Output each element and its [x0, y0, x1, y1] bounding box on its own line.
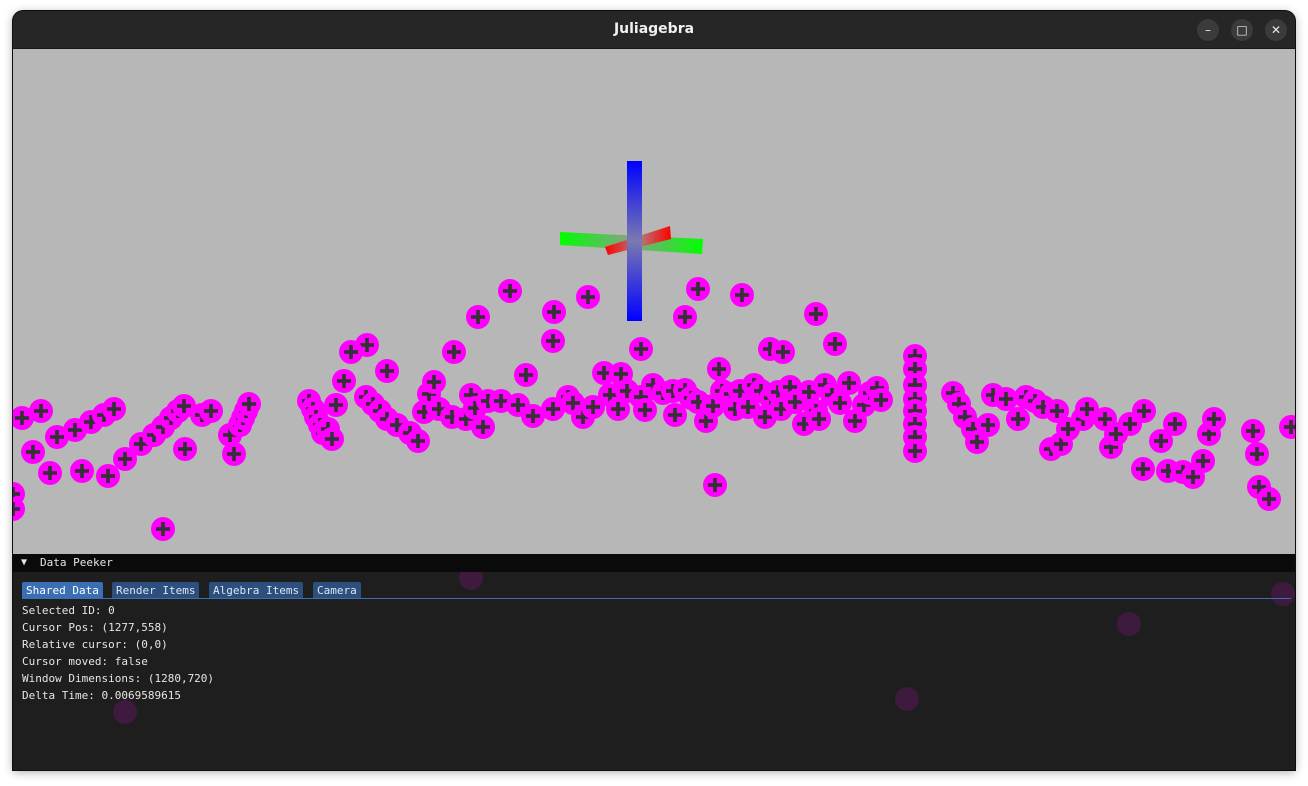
- scene-point[interactable]: [1279, 415, 1295, 439]
- scene-point[interactable]: [707, 357, 731, 381]
- scene-point[interactable]: [21, 440, 45, 464]
- 3d-viewport[interactable]: [13, 49, 1295, 554]
- peeker-header[interactable]: ▼ Data Peeker: [13, 554, 1295, 572]
- scene-point[interactable]: [498, 279, 522, 303]
- scene-point[interactable]: [237, 392, 261, 416]
- relative-cursor-text: Relative cursor: (0,0): [22, 638, 168, 651]
- scene-point[interactable]: [686, 277, 710, 301]
- scene-point[interactable]: [13, 497, 25, 521]
- minimize-button[interactable]: –: [1197, 19, 1219, 41]
- scene-point[interactable]: [730, 283, 754, 307]
- scene-point[interactable]: [1202, 407, 1226, 431]
- scene-point[interactable]: [29, 399, 53, 423]
- point-cloud[interactable]: [13, 277, 1295, 541]
- scene-point[interactable]: [422, 370, 446, 394]
- scene-point[interactable]: [1191, 449, 1215, 473]
- window-title: Juliagebra: [613, 21, 695, 37]
- data-peeker-panel: ▼ Data Peeker Shared Data Render Items A…: [13, 554, 1295, 770]
- scene-point[interactable]: [199, 399, 223, 423]
- scene-point[interactable]: [442, 340, 466, 364]
- selected-id-text: Selected ID: 0: [22, 604, 115, 617]
- scene-point[interactable]: [576, 285, 600, 309]
- scene-point[interactable]: [375, 359, 399, 383]
- tab-algebra-items[interactable]: Algebra Items: [209, 582, 304, 599]
- tab-camera[interactable]: Camera: [313, 582, 361, 599]
- shared-data-list: Selected ID: 0 Cursor Pos: (1277,558) Re…: [22, 602, 214, 704]
- scene-point[interactable]: [823, 332, 847, 356]
- delta-time-text: Delta Time: 0.0069589615: [22, 689, 181, 702]
- cursor-pos-text: Cursor Pos: (1277,558): [22, 621, 168, 634]
- scene-point[interactable]: [673, 305, 697, 329]
- scene-point[interactable]: [1131, 457, 1155, 481]
- close-button[interactable]: ✕: [1265, 19, 1287, 41]
- scene-point[interactable]: [1006, 407, 1030, 431]
- scene-point[interactable]: [837, 371, 861, 395]
- scene-point[interactable]: [151, 517, 175, 541]
- scene-point[interactable]: [903, 439, 927, 463]
- scene-point[interactable]: [976, 413, 1000, 437]
- tab-underline: [22, 598, 1291, 599]
- peeker-title: Data Peeker: [40, 556, 113, 569]
- scene-point[interactable]: [320, 427, 344, 451]
- scene-point[interactable]: [1132, 399, 1156, 423]
- scene-point[interactable]: [173, 437, 197, 461]
- scene-canvas[interactable]: [13, 49, 1295, 554]
- scene-point[interactable]: [96, 464, 120, 488]
- scene-point[interactable]: [869, 388, 893, 412]
- scene-point[interactable]: [514, 363, 538, 387]
- scene-point[interactable]: [629, 337, 653, 361]
- scene-point[interactable]: [1245, 442, 1269, 466]
- scene-point[interactable]: [807, 407, 831, 431]
- scene-point[interactable]: [542, 300, 566, 324]
- scene-point[interactable]: [1163, 412, 1187, 436]
- scene-point[interactable]: [38, 461, 62, 485]
- scene-point[interactable]: [332, 369, 356, 393]
- cursor-moved-text: Cursor moved: false: [22, 655, 148, 668]
- scene-point[interactable]: [70, 459, 94, 483]
- scene-point[interactable]: [324, 393, 348, 417]
- scene-point[interactable]: [222, 442, 246, 466]
- tab-render-items[interactable]: Render Items: [112, 582, 200, 599]
- scene-point[interactable]: [771, 340, 795, 364]
- scene-point[interactable]: [541, 329, 565, 353]
- collapse-arrow-icon[interactable]: ▼: [21, 554, 27, 572]
- scene-point[interactable]: [339, 340, 363, 364]
- app-window: Juliagebra – □ ✕ ▼ Data Peeker Shared Da…: [13, 11, 1295, 770]
- scene-point[interactable]: [1257, 487, 1281, 511]
- tab-shared-data[interactable]: Shared Data: [22, 582, 103, 599]
- scene-point[interactable]: [1241, 419, 1265, 443]
- title-bar[interactable]: Juliagebra – □ ✕: [13, 11, 1295, 49]
- scene-point[interactable]: [703, 473, 727, 497]
- scene-point[interactable]: [804, 302, 828, 326]
- maximize-button[interactable]: □: [1231, 19, 1253, 41]
- window-dimensions-text: Window Dimensions: (1280,720): [22, 672, 215, 685]
- scene-point[interactable]: [466, 305, 490, 329]
- scene-point[interactable]: [102, 397, 126, 421]
- z-axis: [627, 161, 642, 321]
- scene-point[interactable]: [406, 429, 430, 453]
- scene-point[interactable]: [633, 398, 657, 422]
- scene-point[interactable]: [471, 415, 495, 439]
